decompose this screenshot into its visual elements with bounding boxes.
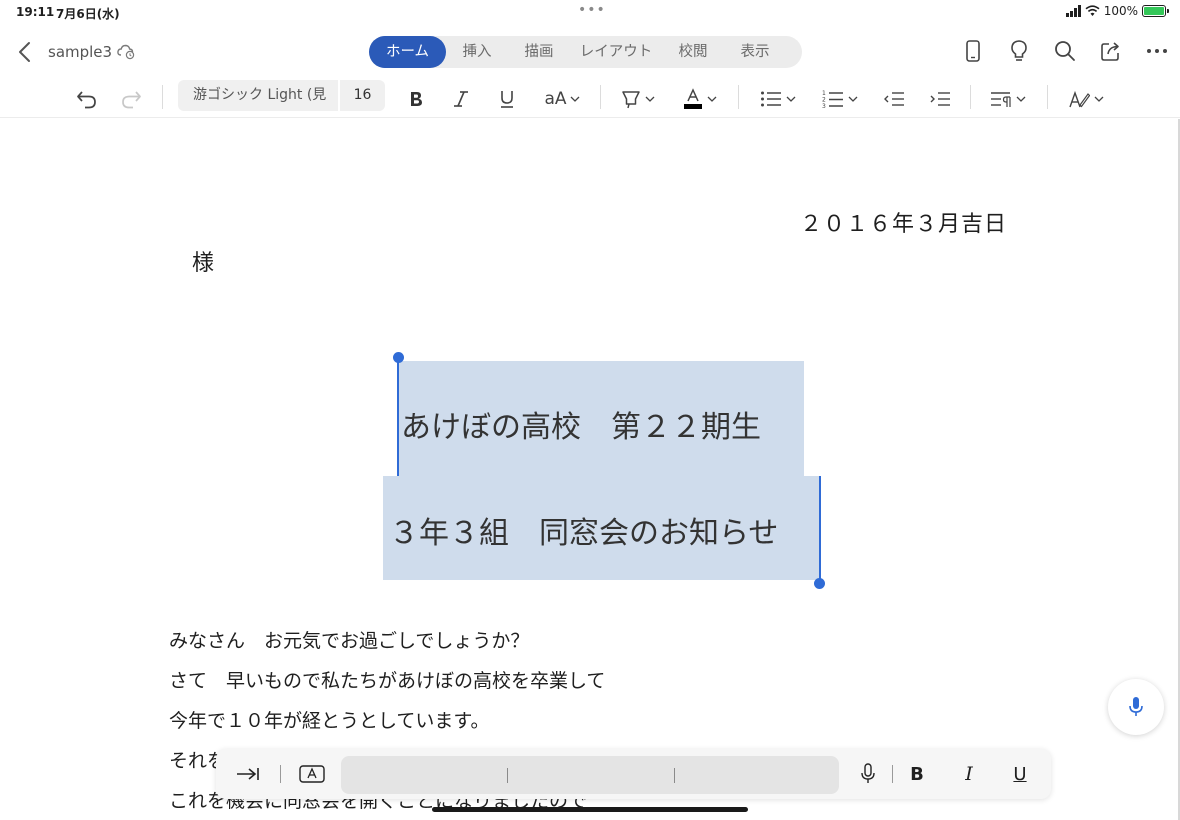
status-time: 19:11 bbox=[16, 5, 55, 19]
chevron-down-icon bbox=[786, 96, 796, 102]
font-size-box[interactable]: 16 bbox=[340, 80, 385, 111]
decrease-indent-icon[interactable] bbox=[880, 83, 908, 115]
chevron-down-icon bbox=[645, 96, 655, 102]
body-paragraph-line[interactable]: さて 早いもので私たちがあけぼの高校を卒業して bbox=[169, 666, 605, 693]
search-icon[interactable] bbox=[1052, 38, 1078, 64]
selection-start-handle[interactable] bbox=[393, 352, 404, 363]
top-right-toolbar bbox=[960, 38, 1170, 64]
keyboard-bold-button[interactable]: B bbox=[904, 759, 930, 789]
selection-start-caret bbox=[397, 357, 399, 476]
tab-home[interactable]: ホーム bbox=[369, 36, 446, 68]
bold-icon[interactable] bbox=[402, 83, 430, 115]
home-indicator[interactable] bbox=[432, 807, 748, 812]
microphone-icon bbox=[1129, 697, 1143, 716]
styles-pen-icon bbox=[1069, 90, 1090, 108]
keyboard-italic-button[interactable]: I bbox=[956, 759, 982, 789]
cloud-sync-icon[interactable] bbox=[116, 41, 136, 61]
keyboard-microphone-icon[interactable] bbox=[854, 759, 882, 789]
battery-percent: 100% bbox=[1103, 4, 1138, 18]
font-color-icon bbox=[684, 88, 702, 109]
paragraph-format-button[interactable] bbox=[986, 83, 1030, 115]
date-line[interactable]: ２０１６年３月吉日 bbox=[800, 206, 1007, 238]
tab-review[interactable]: 校閲 bbox=[662, 36, 724, 68]
body-paragraph-line[interactable]: 今年で１０年が経とうとしています。 bbox=[169, 706, 490, 733]
status-right: 100% bbox=[1065, 4, 1169, 18]
document-name[interactable]: sample3 bbox=[48, 43, 112, 61]
font-size-toggle-label: aA bbox=[544, 89, 567, 109]
text-box-icon[interactable] bbox=[296, 759, 328, 789]
status-bar: 19:11 7月6日(水) ••• 100% bbox=[0, 0, 1180, 24]
dictate-button[interactable] bbox=[1108, 679, 1164, 735]
numbered-list-icon: 123 bbox=[822, 90, 843, 109]
multitask-dots-icon[interactable]: ••• bbox=[578, 2, 606, 18]
tab-key-icon[interactable] bbox=[232, 759, 264, 789]
tab-layout[interactable]: レイアウト bbox=[570, 36, 662, 68]
ribbon-tabs: ホーム 挿入 描画 レイアウト 校閲 表示 bbox=[369, 36, 802, 68]
chevron-down-icon bbox=[570, 96, 579, 102]
selection-end-caret bbox=[819, 476, 821, 583]
heading-line-1[interactable]: あけぼの高校 第２２期生 bbox=[401, 402, 761, 446]
tab-insert[interactable]: 挿入 bbox=[446, 36, 508, 68]
keyboard-shortcut-bar: B I U bbox=[216, 749, 1051, 799]
recipient-line[interactable]: 様 bbox=[192, 245, 214, 277]
bullet-list-icon bbox=[761, 91, 781, 107]
underline-icon[interactable] bbox=[494, 83, 520, 115]
back-chevron-icon[interactable] bbox=[14, 38, 36, 66]
undo-icon[interactable] bbox=[72, 83, 102, 115]
predictive-suggestions[interactable] bbox=[341, 756, 839, 794]
status-date: 7月6日(水) bbox=[56, 7, 120, 21]
battery-icon bbox=[1142, 5, 1169, 17]
numbered-list-button[interactable]: 123 bbox=[818, 83, 862, 115]
highlighter-icon bbox=[622, 91, 640, 109]
font-name-box[interactable]: 游ゴシック Light (見 bbox=[178, 80, 338, 111]
tab-draw[interactable]: 描画 bbox=[508, 36, 570, 68]
chevron-down-icon bbox=[1094, 96, 1104, 102]
selection-end-handle[interactable] bbox=[814, 578, 825, 589]
wifi-icon bbox=[1085, 5, 1100, 16]
title-bar: sample3 ホーム 挿入 描画 レイアウト 校閲 表示 bbox=[0, 24, 1180, 80]
chevron-down-icon bbox=[1016, 96, 1026, 102]
italic-icon[interactable] bbox=[448, 83, 474, 115]
cellular-signal-icon bbox=[1065, 5, 1081, 17]
svg-text:3: 3 bbox=[822, 103, 826, 109]
bullet-list-button[interactable] bbox=[756, 83, 800, 115]
heading-line-2[interactable]: ３年３組 同窓会のお知らせ bbox=[389, 508, 778, 552]
increase-indent-icon[interactable] bbox=[926, 83, 954, 115]
paragraph-icon bbox=[991, 92, 1011, 107]
chevron-down-icon bbox=[707, 96, 717, 102]
mobile-view-icon[interactable] bbox=[960, 38, 986, 64]
lightbulb-icon[interactable] bbox=[1006, 38, 1032, 64]
chevron-down-icon bbox=[848, 96, 858, 102]
highlight-color-button[interactable] bbox=[616, 83, 660, 115]
redo-icon[interactable] bbox=[116, 83, 146, 115]
font-size-toggle-button[interactable]: aA bbox=[540, 83, 584, 115]
more-options-icon[interactable] bbox=[1144, 38, 1170, 64]
keyboard-underline-button[interactable]: U bbox=[1007, 759, 1033, 789]
share-icon[interactable] bbox=[1098, 38, 1124, 64]
font-color-button[interactable] bbox=[678, 83, 722, 115]
body-paragraph-line[interactable]: みなさん お元気でお過ごしでしょうか？ bbox=[169, 626, 529, 653]
tab-view[interactable]: 表示 bbox=[724, 36, 786, 68]
home-ribbon: 游ゴシック Light (見 16 aA 123 bbox=[0, 80, 1180, 118]
styles-button[interactable] bbox=[1064, 83, 1108, 115]
